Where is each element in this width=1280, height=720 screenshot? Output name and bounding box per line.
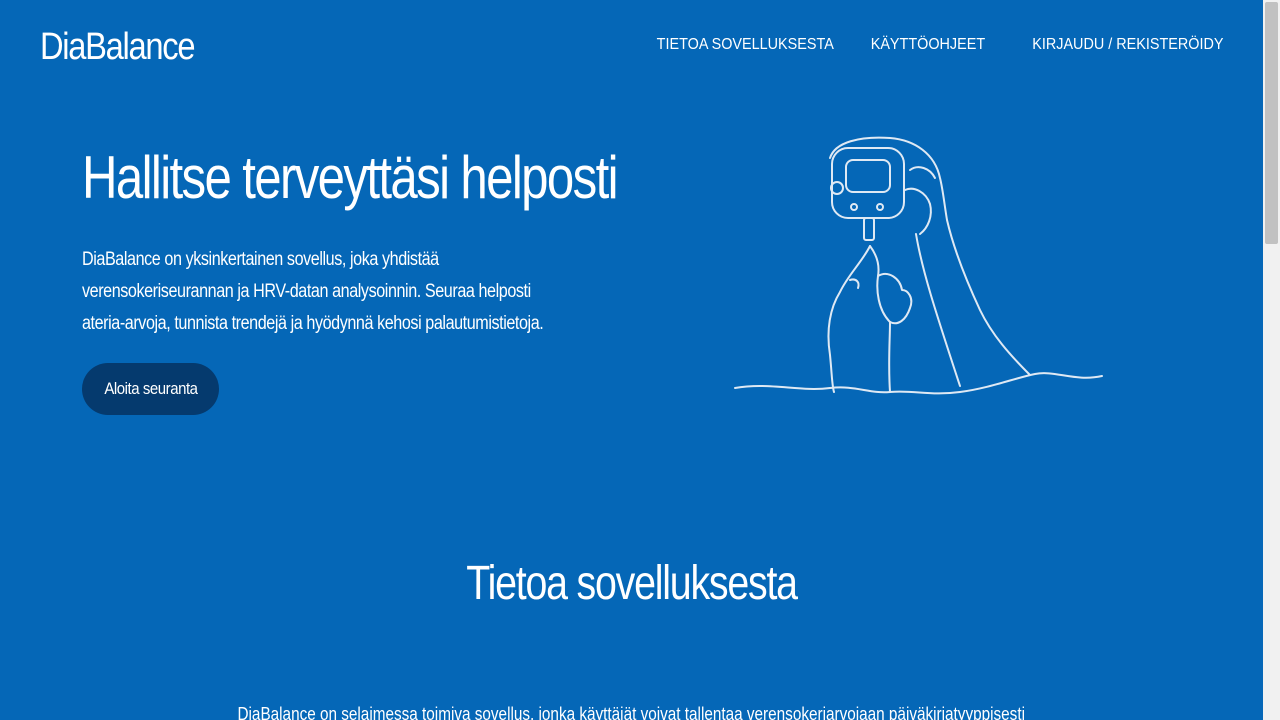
page-scrollbar[interactable] [1263, 0, 1280, 720]
hero-description: DiaBalance on yksinkertainen sovellus, j… [82, 249, 544, 334]
nav-link-login[interactable]: KIRJAUDU / REKISTERÖIDY [1032, 36, 1223, 54]
logo[interactable]: DiaBalance [40, 26, 196, 69]
start-tracking-label: Aloita seuranta [103, 379, 198, 398]
hero-title: Hallitse terveyttäsi helposti [82, 144, 619, 211]
section-title-about-text: Tietoa sovelluksesta [466, 557, 798, 610]
page: DiaBalance TIETOA SOVELLUKSESTA KÄYTTÖOH… [0, 0, 1263, 720]
about-description-text: DiaBalance on selaimessa toimiva sovellu… [237, 704, 1026, 720]
about-description: DiaBalance on selaimessa toimiva sovellu… [0, 704, 1263, 720]
section-title-about: Tietoa sovelluksesta [0, 556, 1263, 611]
nav-link-about[interactable]: TIETOA SOVELLUKSESTA [656, 36, 833, 54]
glucose-meter-hand-illustration [734, 136, 1103, 395]
scrollbar-thumb[interactable] [1265, 2, 1278, 244]
start-tracking-button[interactable]: Aloita seuranta [82, 363, 219, 415]
nav-link-instructions[interactable]: KÄYTTÖOHJEET [871, 36, 985, 54]
main-nav: TIETOA SOVELLUKSESTA KÄYTTÖOHJEET KIRJAU… [637, 36, 1223, 54]
